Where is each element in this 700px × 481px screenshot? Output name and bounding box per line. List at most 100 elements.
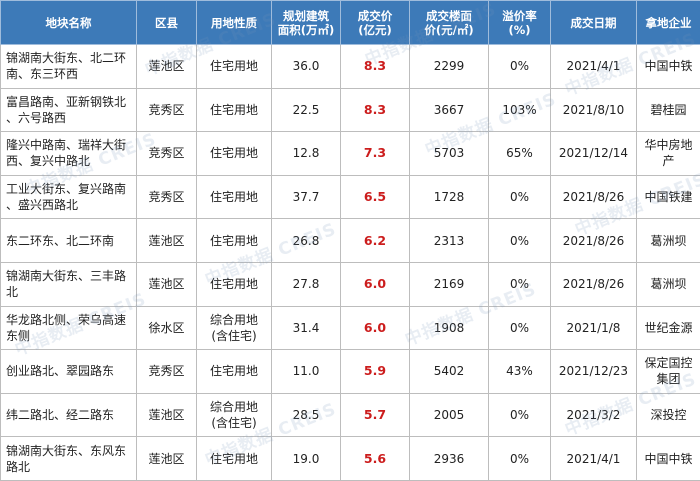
cell-land-use: 住宅用地 [197,175,272,219]
cell-premium-rate: 0% [489,262,551,306]
header-district: 区县 [137,1,197,45]
cell-deal-date: 2021/8/26 [551,175,637,219]
cell-buyer: 碧桂园 [637,88,700,132]
cell-district: 竞秀区 [137,132,197,176]
cell-land-use: 综合用地 (含住宅) [197,306,272,350]
cell-parcel-name: 工业大街东、复兴路南 、盛兴西路北 [1,175,137,219]
cell-premium-rate: 0% [489,393,551,437]
cell-parcel-name: 隆兴中路南、瑞祥大街 西、复兴中路北 [1,132,137,176]
cell-buyer: 世纪金源 [637,306,700,350]
cell-district: 竞秀区 [137,175,197,219]
cell-deal-date: 2021/8/10 [551,88,637,132]
header-planned-area: 规划建筑 面积(万㎡) [272,1,341,45]
table-row: 锦湖南大街东、北二环 南、东三环西莲池区住宅用地36.08.322990%202… [1,45,700,89]
cell-deal-date: 2021/12/14 [551,132,637,176]
table-row: 纬二路北、经二路东莲池区综合用地 (含住宅)28.55.720050%2021/… [1,393,700,437]
cell-parcel-name: 创业路北、翠园路东 [1,350,137,394]
land-deals-table-panel: 地块名称区县用地性质规划建筑 面积(万㎡)成交价 (亿元)成交楼面 价(元/㎡)… [0,0,700,480]
cell-district: 莲池区 [137,393,197,437]
cell-district: 竞秀区 [137,88,197,132]
cell-premium-rate: 0% [489,219,551,263]
cell-buyer: 葛洲坝 [637,262,700,306]
cell-premium-rate: 43% [489,350,551,394]
cell-planned-area: 19.0 [272,437,341,481]
cell-deal-date: 2021/8/26 [551,262,637,306]
table-row: 创业路北、翠园路东竞秀区住宅用地11.05.9540243%2021/12/23… [1,350,700,394]
cell-district: 莲池区 [137,437,197,481]
table-row: 锦湖南大街东、东风东 路北莲池区住宅用地19.05.629360%2021/4/… [1,437,700,481]
table-row: 锦湖南大街东、三丰路 北莲池区住宅用地27.86.021690%2021/8/2… [1,262,700,306]
table-row: 东二环东、北二环南莲池区住宅用地26.86.223130%2021/8/26葛洲… [1,219,700,263]
cell-planned-area: 22.5 [272,88,341,132]
cell-deal-price: 5.7 [341,393,410,437]
cell-floor-price: 5703 [410,132,489,176]
cell-district: 莲池区 [137,262,197,306]
cell-floor-price: 1908 [410,306,489,350]
cell-land-use: 综合用地 (含住宅) [197,393,272,437]
cell-parcel-name: 华龙路北侧、荣乌高速 东侧 [1,306,137,350]
cell-floor-price: 5402 [410,350,489,394]
cell-deal-price: 7.3 [341,132,410,176]
table-row: 工业大街东、复兴路南 、盛兴西路北竞秀区住宅用地37.76.517280%202… [1,175,700,219]
cell-buyer: 深投控 [637,393,700,437]
table-body: 锦湖南大街东、北二环 南、东三环西莲池区住宅用地36.08.322990%202… [1,45,700,481]
cell-premium-rate: 0% [489,175,551,219]
cell-planned-area: 27.8 [272,262,341,306]
cell-district: 莲池区 [137,45,197,89]
cell-premium-rate: 0% [489,45,551,89]
cell-deal-price: 6.2 [341,219,410,263]
cell-parcel-name: 锦湖南大街东、东风东 路北 [1,437,137,481]
cell-planned-area: 37.7 [272,175,341,219]
cell-planned-area: 36.0 [272,45,341,89]
cell-floor-price: 2299 [410,45,489,89]
cell-buyer: 保定国控 集团 [637,350,700,394]
cell-floor-price: 3667 [410,88,489,132]
cell-parcel-name: 锦湖南大街东、三丰路 北 [1,262,137,306]
header-land-use: 用地性质 [197,1,272,45]
cell-floor-price: 2936 [410,437,489,481]
cell-deal-price: 8.3 [341,88,410,132]
cell-deal-date: 2021/4/1 [551,45,637,89]
cell-land-use: 住宅用地 [197,437,272,481]
cell-deal-price: 5.9 [341,350,410,394]
table-row: 华龙路北侧、荣乌高速 东侧徐水区综合用地 (含住宅)31.46.019080%2… [1,306,700,350]
cell-district: 莲池区 [137,219,197,263]
cell-premium-rate: 0% [489,306,551,350]
table-row: 隆兴中路南、瑞祥大街 西、复兴中路北竞秀区住宅用地12.87.3570365%2… [1,132,700,176]
cell-deal-price: 6.0 [341,306,410,350]
cell-land-use: 住宅用地 [197,350,272,394]
header-deal-price: 成交价 (亿元) [341,1,410,45]
cell-buyer: 中国铁建 [637,175,700,219]
cell-parcel-name: 纬二路北、经二路东 [1,393,137,437]
cell-district: 竞秀区 [137,350,197,394]
cell-floor-price: 2005 [410,393,489,437]
cell-land-use: 住宅用地 [197,45,272,89]
cell-deal-price: 5.6 [341,437,410,481]
cell-deal-date: 2021/3/2 [551,393,637,437]
cell-parcel-name: 锦湖南大街东、北二环 南、东三环西 [1,45,137,89]
header-premium-rate: 溢价率 (%) [489,1,551,45]
cell-premium-rate: 0% [489,437,551,481]
cell-district: 徐水区 [137,306,197,350]
cell-premium-rate: 65% [489,132,551,176]
cell-planned-area: 26.8 [272,219,341,263]
cell-buyer: 中国中铁 [637,437,700,481]
cell-deal-date: 2021/1/8 [551,306,637,350]
cell-land-use: 住宅用地 [197,88,272,132]
cell-parcel-name: 东二环东、北二环南 [1,219,137,263]
cell-parcel-name: 富昌路南、亚新钢铁北 、六号路西 [1,88,137,132]
cell-land-use: 住宅用地 [197,132,272,176]
cell-deal-price: 6.5 [341,175,410,219]
cell-deal-price: 6.0 [341,262,410,306]
cell-floor-price: 2169 [410,262,489,306]
cell-buyer: 中国中铁 [637,45,700,89]
table-row: 富昌路南、亚新钢铁北 、六号路西竞秀区住宅用地22.58.33667103%20… [1,88,700,132]
cell-buyer: 葛洲坝 [637,219,700,263]
land-deals-table: 地块名称区县用地性质规划建筑 面积(万㎡)成交价 (亿元)成交楼面 价(元/㎡)… [0,0,700,481]
cell-floor-price: 2313 [410,219,489,263]
cell-land-use: 住宅用地 [197,219,272,263]
table-header-row: 地块名称区县用地性质规划建筑 面积(万㎡)成交价 (亿元)成交楼面 价(元/㎡)… [1,1,700,45]
cell-planned-area: 12.8 [272,132,341,176]
cell-premium-rate: 103% [489,88,551,132]
cell-deal-date: 2021/12/23 [551,350,637,394]
